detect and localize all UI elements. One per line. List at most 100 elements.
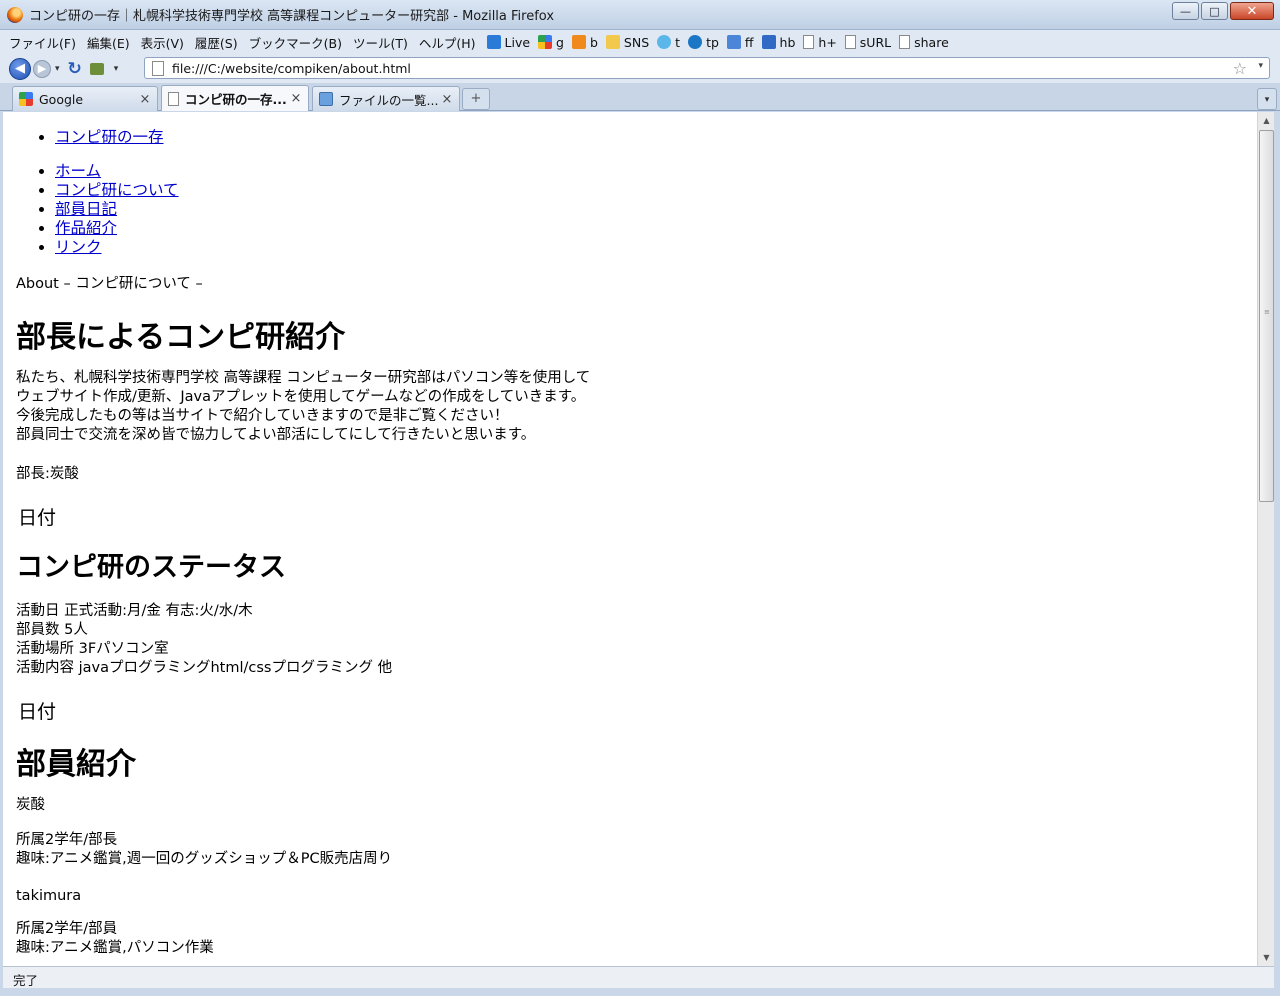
intro-line: 今後完成したもの等は当サイトで紹介していきますので是非ご覧ください！ (16, 408, 509, 424)
title-bar: コンピ研の一存｜札幌科学技術専門学校 高等課程コンピューター研究部 - Mozi… (0, 0, 1280, 30)
intro-line: ウェブサイト作成/更新、Javaアプレットを使用してゲームなどの作成をしていきま… (16, 389, 586, 405)
list-item: ホーム (55, 162, 179, 181)
bookmark-star-icon[interactable]: ☆ (1233, 59, 1247, 78)
nav-link-home[interactable]: ホーム (55, 162, 101, 180)
twitter-icon (657, 35, 672, 49)
bookmark-live[interactable]: Live (486, 35, 530, 50)
page-icon (152, 60, 164, 76)
tab-list-dropdown-icon[interactable]: ▾ (1257, 88, 1277, 110)
list-item: コンピ研の一存 (55, 128, 164, 147)
menu-view[interactable]: 表示(V) (141, 33, 184, 52)
status-bar: 完了 (3, 966, 1274, 988)
menu-help[interactable]: ヘルプ(H) (419, 33, 476, 52)
page-icon (899, 35, 911, 49)
back-button[interactable]: ◀ (9, 57, 31, 80)
site-nav: ホーム コンピ研について 部員日記 作品紹介 リンク (3, 162, 179, 257)
bookmark-surl[interactable]: sURL (844, 35, 891, 50)
page-icon (803, 35, 815, 49)
date-label: 日付 (18, 701, 57, 723)
vertical-scrollbar[interactable]: ▲ ≡ ▼ (1257, 112, 1274, 966)
intro-line: 私たち、札幌科学技術専門学校 高等課程 コンピューター研究部はパソコン等を使用し… (16, 370, 591, 386)
window-title: コンピ研の一存｜札幌科学技術専門学校 高等課程コンピューター研究部 - Mozi… (29, 9, 555, 24)
url-text[interactable]: file:///C:/website/compiken/about.html (172, 61, 411, 76)
bookmark-ff[interactable]: ff (726, 35, 754, 50)
tab-close-icon[interactable]: × (440, 92, 454, 107)
page-icon (844, 35, 856, 49)
site-title-link[interactable]: コンピ研の一存 (55, 128, 164, 146)
member-detail: 所属2学年/部長 (16, 832, 118, 848)
status-line: 活動場所 3Fパソコン室 (16, 641, 169, 657)
tp-icon (688, 35, 703, 49)
tab-close-icon[interactable]: × (138, 92, 152, 107)
status-line: 活動日 正式活動:月/金 有志:火/水/木 (16, 603, 253, 619)
list-item: リンク (55, 238, 179, 257)
member-name: 炭酸 (16, 797, 45, 813)
forward-button[interactable]: ▶ (33, 59, 51, 78)
heading-members: 部員紹介 (16, 747, 136, 782)
intro-line: 部員同士で交流を深め皆で協力してよい部活にしてにして行きたいと思います。 (16, 427, 536, 443)
bookmark-hb[interactable]: hb (761, 35, 795, 50)
bookmark-b[interactable]: b (571, 35, 598, 50)
status-line: 部員数 5人 (16, 622, 88, 638)
tab-close-icon[interactable]: × (289, 91, 303, 106)
window-controls: — □ ✕ (1172, 2, 1274, 20)
menu-history[interactable]: 履歴(S) (195, 33, 238, 52)
member-name: takimura (16, 888, 82, 904)
bookmark-g[interactable]: g (538, 35, 564, 50)
tab-google[interactable]: Google × (12, 86, 158, 111)
menu-tools[interactable]: ツール(T) (353, 33, 408, 52)
tab-compiken[interactable]: コンピ研の一存... × (161, 85, 309, 111)
member-detail: 所属2学年/部員 (16, 921, 118, 937)
member-detail: 趣味:アニメ鑑賞,週一回のグッズショップ＆PC販売店周り (16, 851, 393, 867)
blogger-icon (571, 35, 586, 49)
date-label: 日付 (18, 507, 57, 529)
firefox-logo-icon (7, 6, 23, 23)
nav-link-diary[interactable]: 部員日記 (55, 200, 117, 218)
tab-label: ファイルの一覧... (339, 92, 439, 108)
nav-link-works[interactable]: 作品紹介 (55, 219, 117, 237)
google-icon (538, 35, 553, 49)
heading-intro: 部長によるコンピ研紹介 (16, 320, 346, 355)
url-dropdown-icon[interactable]: ▾ (1258, 61, 1263, 71)
bookmark-tp[interactable]: tp (688, 35, 719, 50)
home-dropdown-icon[interactable]: ▾ (114, 64, 119, 74)
history-dropdown-icon[interactable]: ▾ (55, 64, 60, 74)
maximize-button[interactable]: □ (1201, 2, 1228, 20)
bookmark-sns[interactable]: SNS (605, 35, 649, 50)
home-icon[interactable] (89, 62, 104, 75)
tab-bar: Google × コンピ研の一存... × ファイルの一覧... × + ▾ (0, 83, 1280, 111)
breadcrumb: About – コンピ研について – (16, 276, 203, 292)
back-arrow-icon: ◀ (15, 61, 25, 76)
close-button[interactable]: ✕ (1230, 2, 1274, 20)
navigation-bar: ◀ ▶ ▾ ↻ ▾ file:///C:/website/compiken/ab… (0, 54, 1280, 83)
scroll-down-arrow-icon[interactable]: ▼ (1258, 949, 1275, 966)
bookmark-t[interactable]: t (657, 35, 680, 50)
scrollbar-thumb[interactable]: ≡ (1259, 130, 1274, 502)
reload-icon[interactable]: ↻ (68, 59, 82, 79)
tab-file-list[interactable]: ファイルの一覧... × (312, 86, 460, 111)
list-item: コンピ研について (55, 181, 179, 200)
nav-link-links[interactable]: リンク (55, 238, 102, 256)
menu-file[interactable]: ファイル(F) (9, 33, 76, 52)
grip-icon: ≡ (1264, 308, 1270, 316)
scroll-up-arrow-icon[interactable]: ▲ (1258, 112, 1275, 129)
new-tab-button[interactable]: + (462, 88, 490, 110)
nav-link-about[interactable]: コンピ研について (55, 181, 179, 199)
file-list-icon (319, 92, 333, 106)
menu-edit[interactable]: 編集(E) (87, 33, 130, 52)
bookmark-hplus[interactable]: h+ (803, 35, 837, 50)
list-item: 作品紹介 (55, 219, 179, 238)
status-line: 活動内容 javaプログラミングhtml/cssプログラミング 他 (16, 660, 393, 676)
google-icon (19, 92, 33, 106)
heading-status: コンピ研のステータス (16, 552, 286, 583)
list-item: 部員日記 (55, 200, 179, 219)
minimize-button[interactable]: — (1172, 2, 1199, 20)
url-bar[interactable]: file:///C:/website/compiken/about.html ☆… (144, 57, 1270, 79)
tab-label: コンピ研の一存... (185, 92, 287, 107)
member-detail: 趣味:アニメ鑑賞,パソコン作業 (16, 940, 214, 956)
friendfeed-icon (726, 35, 741, 49)
site-title-list: コンピ研の一存 (3, 128, 164, 147)
windows-live-icon (486, 35, 501, 49)
menu-bookmarks[interactable]: ブックマーク(B) (249, 33, 342, 52)
bookmark-share[interactable]: share (899, 35, 949, 50)
